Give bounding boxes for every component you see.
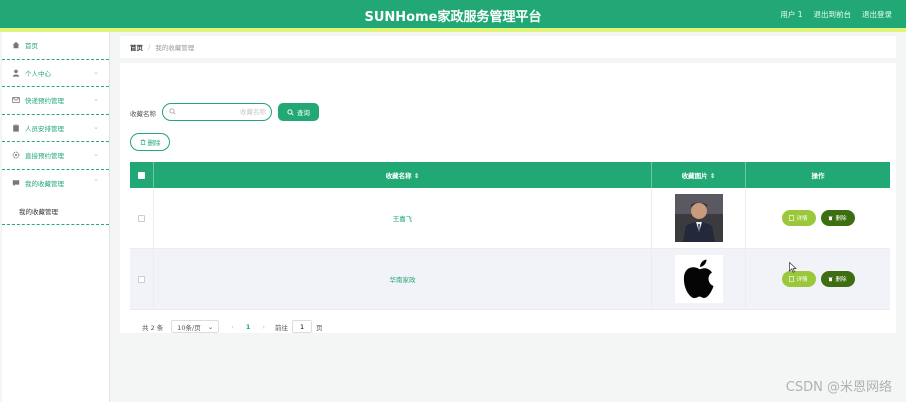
sidebar-item-direct-booking[interactable]: 直接预约管理 ⌄	[2, 142, 109, 170]
logout-link[interactable]: 退出登录	[862, 9, 892, 20]
trash-icon	[828, 216, 833, 221]
sidebar-item-personal-center[interactable]: 个人中心 ⌄	[2, 60, 109, 87]
sidebar-item-express-booking[interactable]: 快递预约管理 ⌄	[2, 87, 109, 115]
select-all-checkbox[interactable]	[138, 171, 145, 179]
breadcrumb-current: 我的收藏管理	[155, 44, 195, 52]
table-row: 华南家政 详情 删除	[130, 249, 890, 310]
exit-to-frontend-link[interactable]: 退出到前台	[814, 9, 852, 20]
total-count: 共 2 条	[142, 323, 164, 332]
sidebar-item-my-favorites[interactable]: 我的收藏管理 ⌃	[2, 170, 109, 198]
prev-page-icon[interactable]: ‹	[231, 323, 234, 331]
chevron-down-icon: ⌄	[93, 122, 99, 131]
table-row: 王嘉飞 详情 删除	[130, 188, 890, 249]
favorites-table: 收藏名称 ⇕ 收藏图片 ⇕ 操作 王嘉飞 详情 删除 华南家政 详情 删除	[130, 162, 890, 310]
trash-icon	[140, 139, 145, 145]
document-icon	[789, 276, 795, 282]
sidebar-item-label: 直接预约管理	[25, 152, 64, 161]
batch-delete-button[interactable]: 删除	[130, 133, 170, 151]
chevron-down-icon: ⌄	[93, 67, 99, 76]
row-select-cell[interactable]	[130, 249, 154, 309]
search-field[interactable]	[162, 103, 272, 121]
delete-button-label: 删除	[835, 216, 847, 222]
breadcrumb-home[interactable]: 首页	[130, 42, 143, 52]
column-header-actions: 操作	[811, 172, 825, 180]
detail-button-label: 详情	[796, 277, 808, 283]
page-size-select[interactable]: 10条/页 ⌄	[171, 320, 220, 333]
man-portrait-photo	[674, 194, 723, 242]
sidebar: 首页 个人中心 ⌄ 快递预约管理 ⌄ 人员安排管理 ⌄ 直接预约管理 ⌄ 我的收…	[2, 32, 110, 402]
delete-button[interactable]: 删除	[820, 271, 855, 287]
document-icon	[789, 215, 795, 221]
search-icon	[287, 108, 294, 116]
pagination: 共 2 条 10条/页 ⌄ ‹ 1 › 前往 页	[142, 320, 323, 333]
user-icon	[11, 68, 20, 77]
search-input[interactable]	[180, 108, 266, 116]
sidebar-item-label: 快递预约管理	[25, 97, 64, 106]
favorite-name: 华南家政	[389, 276, 416, 284]
sidebar-item-label: 个人中心	[25, 69, 51, 78]
breadcrumb-separator: /	[148, 43, 151, 51]
search-label: 收藏名称	[130, 110, 156, 118]
apple-logo	[674, 255, 723, 303]
watermark: CSDN @米恩网络	[785, 380, 892, 395]
goto-unit: 页	[316, 323, 323, 332]
chevron-down-icon: ⌄	[93, 95, 99, 103]
batch-delete-label: 删除	[147, 139, 161, 147]
detail-button[interactable]: 详情	[781, 210, 816, 226]
content-card: 收藏名称 查询 删除 收藏名称 ⇕ 收藏图片 ⇕ 操作 王嘉飞	[120, 63, 896, 333]
mail-icon	[11, 96, 20, 105]
sidebar-item-label: 首页	[25, 42, 38, 51]
clipboard-icon	[11, 123, 20, 132]
sidebar-item-label: 我的收藏管理	[25, 180, 64, 189]
breadcrumb: 首页 / 我的收藏管理	[120, 36, 896, 58]
row-checkbox[interactable]	[138, 214, 145, 222]
row-select-cell[interactable]	[130, 188, 154, 248]
settings-icon	[11, 151, 20, 160]
detail-button[interactable]: 详情	[781, 271, 816, 287]
app-title: SUNHome家政服务管理平台	[364, 10, 542, 25]
sidebar-subitem-my-favorites[interactable]: 我的收藏管理	[2, 197, 109, 225]
user-link[interactable]: 用户 1	[780, 9, 802, 20]
home-icon	[11, 41, 20, 50]
favorite-name: 王嘉飞	[392, 215, 413, 223]
chevron-down-icon: ⌄	[93, 150, 99, 158]
page-size-value: 10条/页	[177, 323, 201, 332]
row-image-cell	[652, 249, 746, 309]
row-name-cell: 王嘉飞	[154, 188, 652, 248]
next-page-icon[interactable]: ›	[262, 323, 265, 331]
table-header: 收藏名称 ⇕ 收藏图片 ⇕ 操作	[130, 162, 890, 188]
sidebar-item-staff-arrangement[interactable]: 人员安排管理 ⌄	[2, 115, 109, 142]
search-icon	[169, 107, 176, 117]
top-header: SUNHome家政服务管理平台 用户 1 退出到前台 退出登录	[0, 0, 906, 28]
row-actions-cell: 详情 删除	[746, 249, 890, 309]
row-checkbox[interactable]	[138, 275, 145, 283]
sidebar-item-home[interactable]: 首页	[2, 32, 109, 60]
goto-page-input[interactable]	[292, 320, 313, 333]
row-actions-cell: 详情 删除	[746, 188, 890, 248]
mouse-pointer-icon	[789, 262, 797, 273]
chevron-down-icon: ⌄	[207, 322, 214, 331]
column-header-image[interactable]: 收藏图片 ⇕	[652, 162, 746, 188]
trash-icon	[828, 277, 833, 282]
row-name-cell: 华南家政	[154, 249, 652, 309]
detail-button-label: 详情	[796, 216, 808, 222]
delete-button-label: 删除	[835, 277, 847, 283]
row-image-cell	[652, 188, 746, 248]
main-content: 首页 / 我的收藏管理 收藏名称 查询 删除 收藏名称 ⇕ 收藏图片 ⇕ 操作	[110, 32, 906, 402]
query-button-label: 查询	[297, 109, 310, 117]
sidebar-item-label: 人员安排管理	[25, 124, 64, 133]
header-links: 用户 1 退出到前台 退出登录	[780, 9, 892, 20]
current-page[interactable]: 1	[246, 323, 251, 331]
goto-label: 前往	[275, 323, 289, 332]
chevron-up-icon: ⌃	[93, 177, 99, 186]
column-header-name[interactable]: 收藏名称 ⇕	[154, 162, 652, 188]
delete-button[interactable]: 删除	[820, 210, 855, 226]
query-button[interactable]: 查询	[278, 103, 319, 121]
message-icon	[11, 179, 20, 188]
header-select-all[interactable]	[130, 162, 154, 188]
